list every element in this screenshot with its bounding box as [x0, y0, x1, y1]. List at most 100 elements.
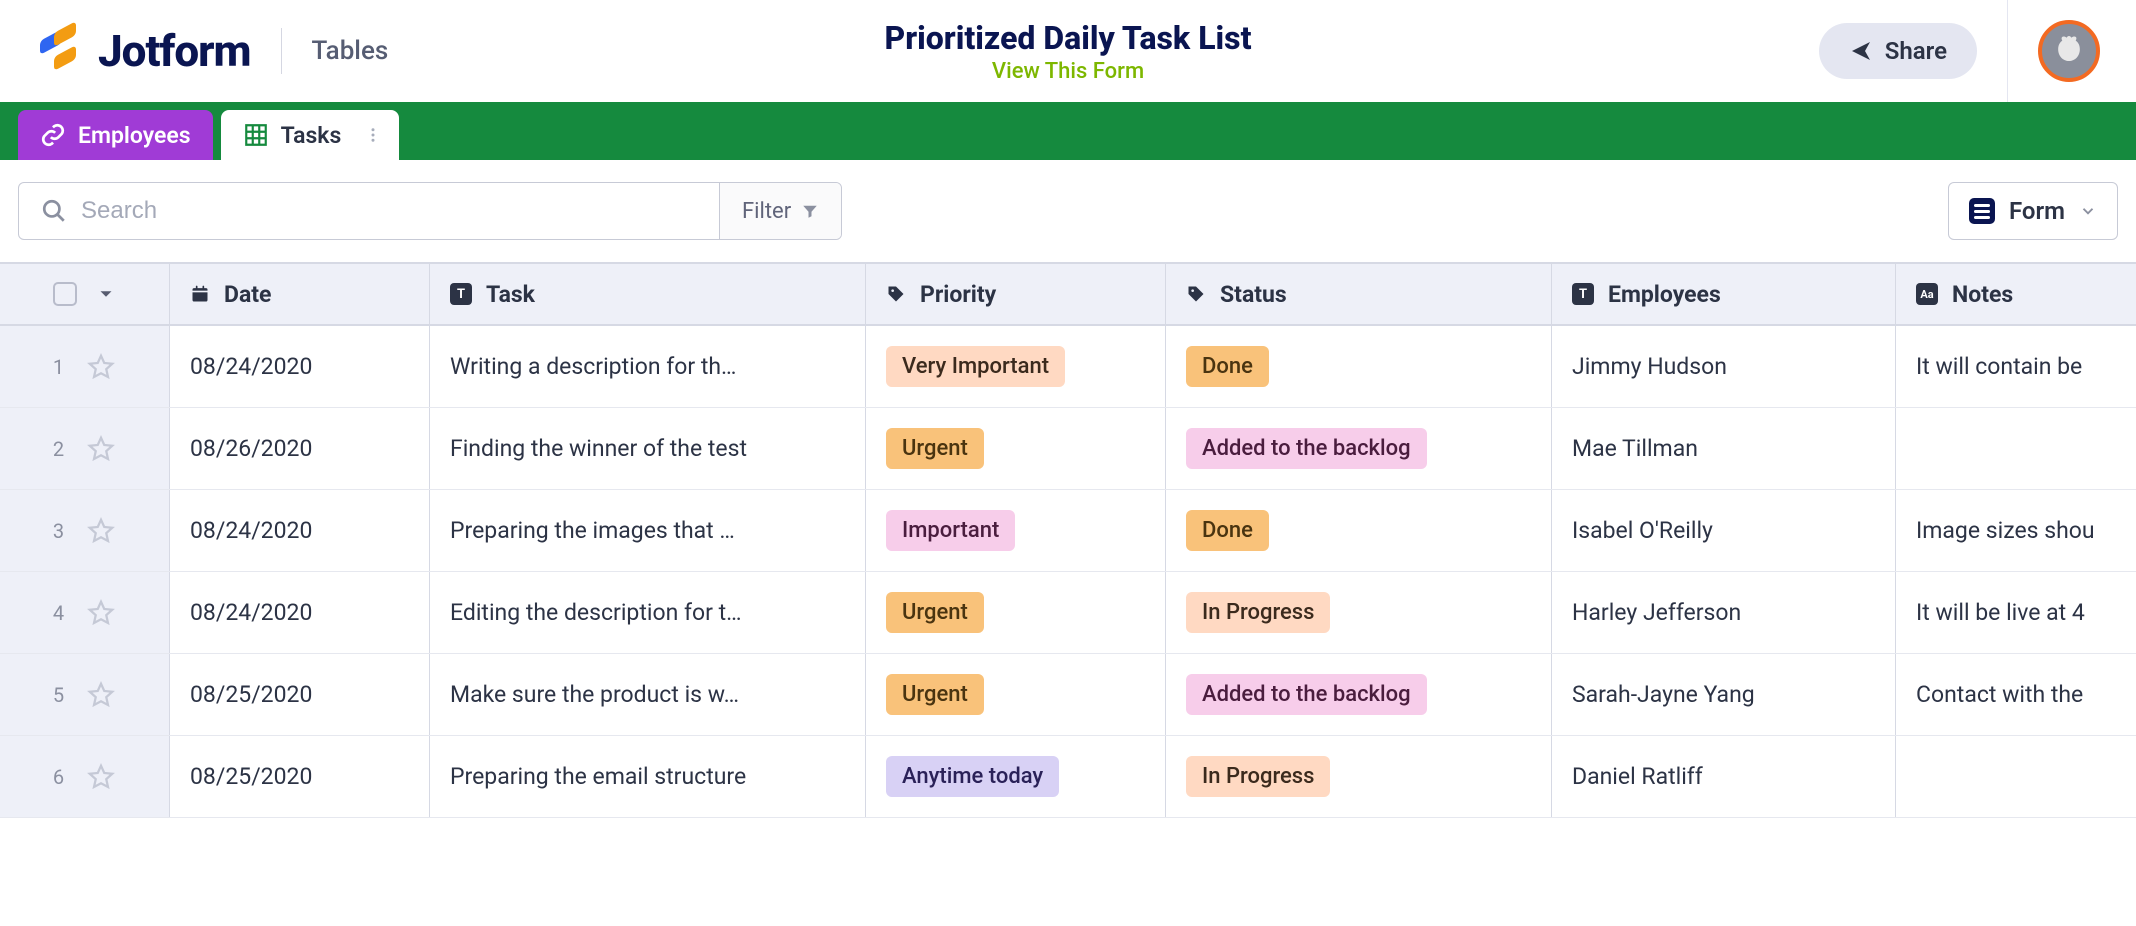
row-number: 1 [53, 355, 64, 379]
table-row[interactable]: 6 08/25/2020 Preparing the email structu… [0, 736, 2136, 818]
star-icon [86, 434, 116, 464]
chevron-down-icon [2079, 202, 2097, 220]
cell-date[interactable]: 08/24/2020 [170, 326, 430, 407]
column-header-notes[interactable]: Aa Notes [1896, 264, 2136, 324]
row-number: 4 [53, 601, 64, 625]
brand-name: Jotform [98, 25, 251, 77]
star-button[interactable] [86, 352, 116, 382]
row-index-cell: 4 [0, 572, 170, 653]
star-icon [86, 680, 116, 710]
cell-task[interactable]: Make sure the product is w… [430, 654, 866, 735]
cell-priority[interactable]: Anytime today [866, 736, 1166, 817]
cell-task[interactable]: Writing a description for th… [430, 326, 866, 407]
column-header-task[interactable]: T Task [430, 264, 866, 324]
cell-status[interactable]: Added to the backlog [1166, 408, 1552, 489]
cell-notes[interactable] [1896, 408, 2136, 489]
tab-employees[interactable]: Employees [18, 110, 213, 160]
column-label: Task [486, 281, 535, 308]
cell-status[interactable]: Done [1166, 490, 1552, 571]
star-button[interactable] [86, 762, 116, 792]
cell-notes[interactable]: It will be live at 4 [1896, 572, 2136, 653]
column-header-employees[interactable]: T Employees [1552, 264, 1896, 324]
cell-date[interactable]: 08/24/2020 [170, 490, 430, 571]
cell-task[interactable]: Editing the description for t… [430, 572, 866, 653]
column-header-priority[interactable]: Priority [866, 264, 1166, 324]
table-row[interactable]: 3 08/24/2020 Preparing the images that …… [0, 490, 2136, 572]
search-group: Filter [18, 182, 842, 240]
select-all-checkbox[interactable] [53, 282, 77, 306]
cell-priority[interactable]: Important [866, 490, 1166, 571]
cell-employees[interactable]: Daniel Ratliff [1552, 736, 1896, 817]
cell-priority[interactable]: Urgent [866, 572, 1166, 653]
column-header-status[interactable]: Status [1166, 264, 1552, 324]
star-button[interactable] [86, 516, 116, 546]
tag-icon [886, 284, 906, 304]
cell-notes[interactable]: Contact with the [1896, 654, 2136, 735]
share-button[interactable]: Share [1819, 23, 1977, 79]
cell-date[interactable]: 08/24/2020 [170, 572, 430, 653]
row-number: 6 [53, 765, 64, 789]
form-dropdown-button[interactable]: Form [1948, 182, 2118, 240]
tab-tasks[interactable]: Tasks [221, 110, 400, 160]
cell-date[interactable]: 08/25/2020 [170, 736, 430, 817]
section-label[interactable]: Tables [312, 36, 389, 66]
table-row[interactable]: 2 08/26/2020 Finding the winner of the t… [0, 408, 2136, 490]
cell-priority[interactable]: Urgent [866, 408, 1166, 489]
cell-status[interactable]: Added to the backlog [1166, 654, 1552, 735]
star-icon [86, 598, 116, 628]
row-number: 2 [53, 437, 64, 461]
cell-task[interactable]: Finding the winner of the test [430, 408, 866, 489]
table-body: 1 08/24/2020 Writing a description for t… [0, 326, 2136, 818]
data-table: Date T Task Priority Status T Employees … [0, 262, 2136, 818]
cell-status[interactable]: In Progress [1166, 736, 1552, 817]
column-label: Employees [1608, 281, 1721, 308]
table-row[interactable]: 1 08/24/2020 Writing a description for t… [0, 326, 2136, 408]
column-label: Notes [1952, 281, 2013, 308]
cell-date[interactable]: 08/26/2020 [170, 408, 430, 489]
cell-employees[interactable]: Isabel O'Reilly [1552, 490, 1896, 571]
tag-icon [1186, 284, 1206, 304]
text-icon: T [1572, 283, 1594, 305]
cell-notes[interactable]: It will contain be [1896, 326, 2136, 407]
cell-task[interactable]: Preparing the email structure [430, 736, 866, 817]
column-label: Status [1220, 281, 1287, 308]
user-avatar[interactable] [2038, 20, 2100, 82]
chevron-down-icon[interactable] [95, 283, 117, 305]
search-box[interactable] [19, 183, 719, 239]
row-index-cell: 3 [0, 490, 170, 571]
table-row[interactable]: 5 08/25/2020 Make sure the product is w…… [0, 654, 2136, 736]
column-header-select[interactable] [0, 264, 170, 324]
cell-date[interactable]: 08/25/2020 [170, 654, 430, 735]
star-button[interactable] [86, 598, 116, 628]
cell-priority[interactable]: Urgent [866, 654, 1166, 735]
search-input[interactable] [81, 197, 697, 225]
cell-employees[interactable]: Jimmy Hudson [1552, 326, 1896, 407]
cell-status[interactable]: Done [1166, 326, 1552, 407]
cell-task[interactable]: Preparing the images that … [430, 490, 866, 571]
cell-employees[interactable]: Harley Jefferson [1552, 572, 1896, 653]
cell-notes[interactable] [1896, 736, 2136, 817]
row-index-cell: 6 [0, 736, 170, 817]
table-row[interactable]: 4 08/24/2020 Editing the description for… [0, 572, 2136, 654]
star-button[interactable] [86, 680, 116, 710]
calendar-icon [190, 284, 210, 304]
share-label: Share [1885, 37, 1947, 65]
column-header-date[interactable]: Date [170, 264, 430, 324]
tab-bar: Employees Tasks [0, 102, 2136, 160]
cell-employees[interactable]: Sarah-Jayne Yang [1552, 654, 1896, 735]
form-label: Form [2009, 197, 2065, 225]
view-form-link[interactable]: View This Form [884, 59, 1251, 84]
cell-status[interactable]: In Progress [1166, 572, 1552, 653]
filter-button[interactable]: Filter [719, 183, 841, 239]
cell-employees[interactable]: Mae Tillman [1552, 408, 1896, 489]
filter-label: Filter [742, 199, 791, 224]
logo[interactable]: Jotform [36, 25, 251, 77]
form-icon [1969, 198, 1995, 224]
star-button[interactable] [86, 434, 116, 464]
avatar-icon [2049, 31, 2089, 71]
tab-more-button[interactable] [359, 121, 387, 149]
page-title: Prioritized Daily Task List [884, 19, 1251, 57]
text-icon: Aa [1916, 283, 1938, 305]
cell-notes[interactable]: Image sizes shou [1896, 490, 2136, 571]
cell-priority[interactable]: Very Important [866, 326, 1166, 407]
